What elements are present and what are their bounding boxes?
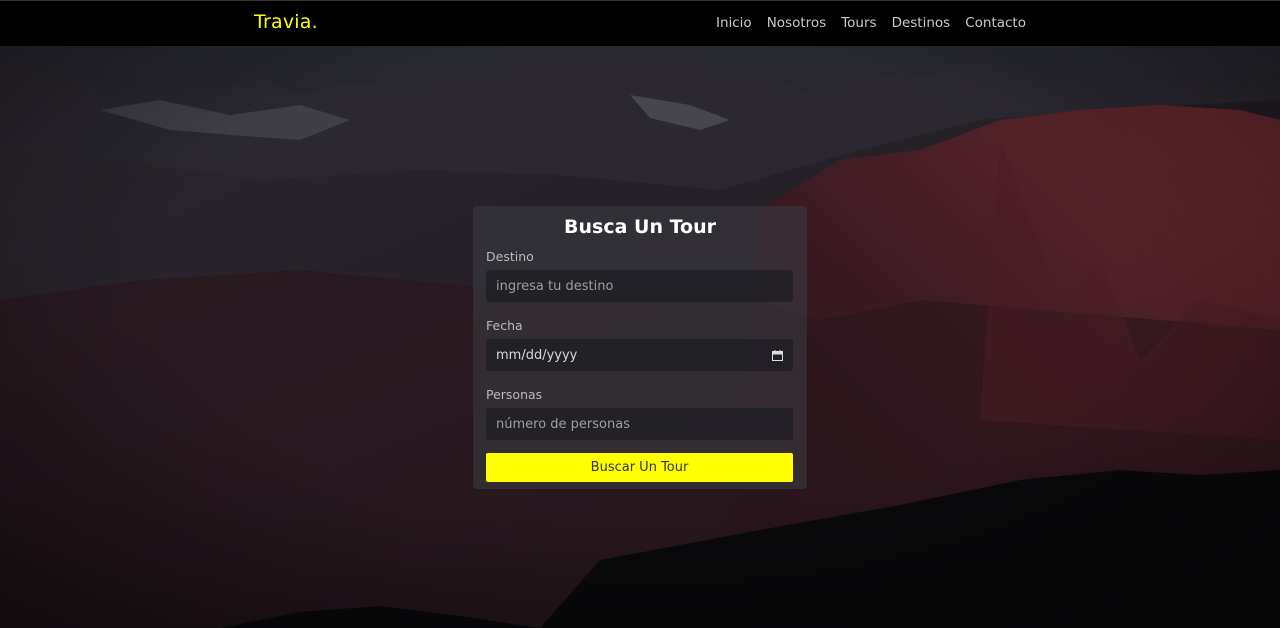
personas-label: Personas bbox=[486, 387, 543, 402]
nav-link-destinos[interactable]: Destinos bbox=[892, 15, 951, 31]
calendar-icon[interactable] bbox=[772, 349, 783, 361]
brand-logo[interactable]: Travia. bbox=[254, 11, 318, 33]
nav-link-nosotros[interactable]: Nosotros bbox=[767, 15, 827, 31]
fecha-date-input[interactable]: mm/dd/yyyy bbox=[486, 339, 793, 371]
destino-input[interactable] bbox=[486, 270, 793, 302]
fecha-value: mm/dd/yyyy bbox=[496, 347, 578, 363]
nav-link-tours[interactable]: Tours bbox=[841, 15, 876, 31]
nav-link-contacto[interactable]: Contacto bbox=[965, 15, 1026, 31]
buscar-tour-button[interactable]: Buscar Un Tour bbox=[486, 453, 793, 482]
top-navbar: Travia. Inicio Nosotros Tours Destinos C… bbox=[0, 0, 1280, 46]
personas-input[interactable] bbox=[486, 408, 793, 440]
fecha-label: Fecha bbox=[486, 318, 523, 333]
destino-label: Destino bbox=[486, 249, 534, 264]
form-title: Busca Un Tour bbox=[564, 216, 716, 238]
nav-link-inicio[interactable]: Inicio bbox=[716, 15, 752, 31]
nav-menu: Inicio Nosotros Tours Destinos Contacto bbox=[716, 15, 1026, 31]
tour-search-form: Busca Un Tour Destino Fecha mm/dd/yyyy P… bbox=[473, 206, 807, 489]
